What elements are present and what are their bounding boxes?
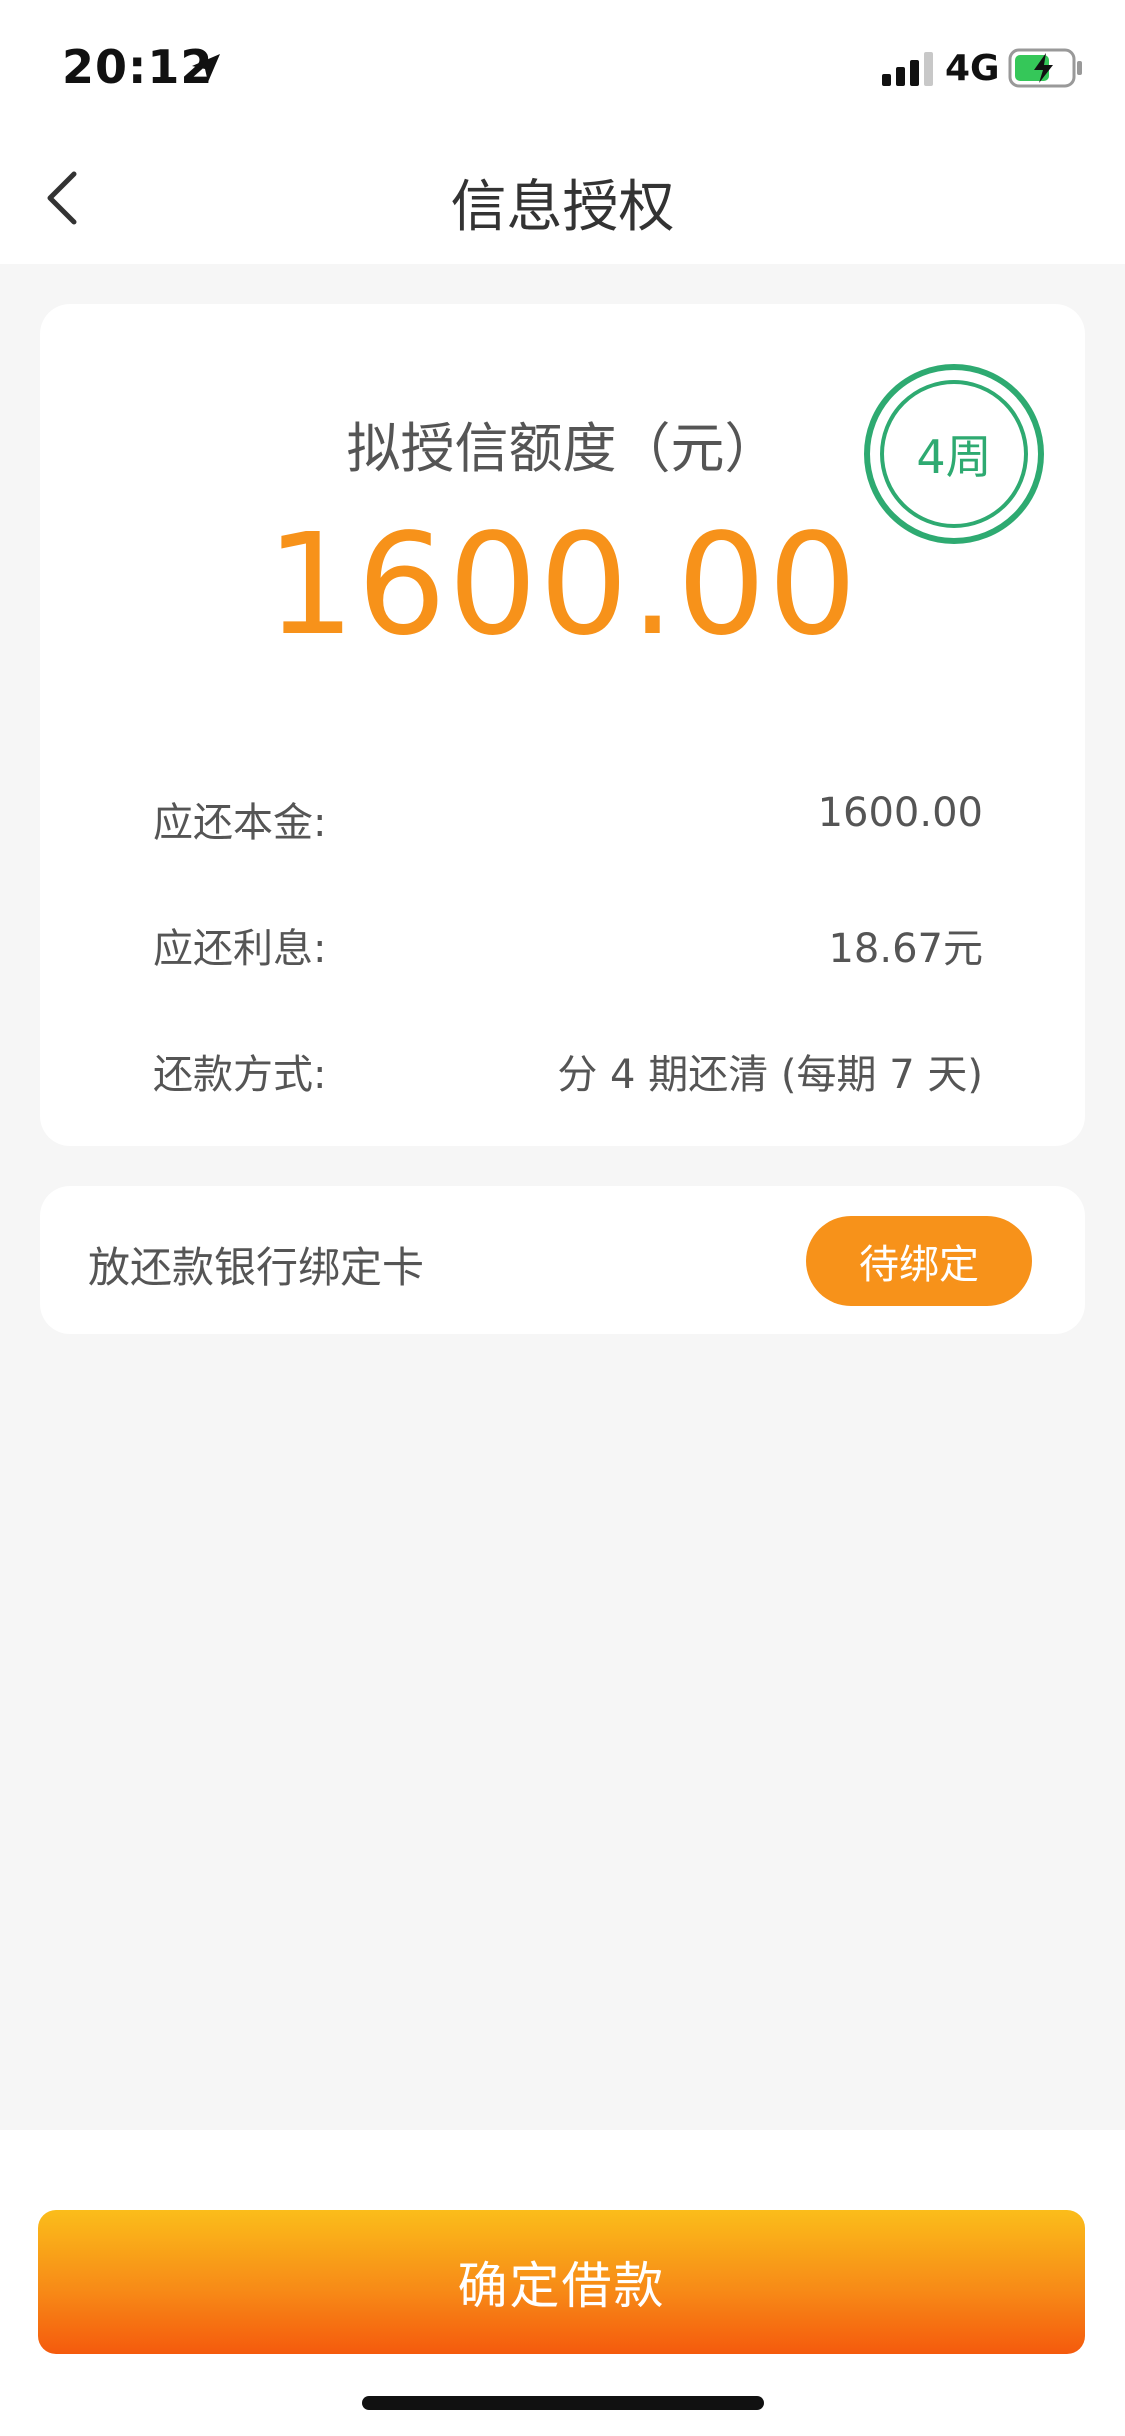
- detail-label: 还款方式:: [153, 1052, 327, 1098]
- term-stamp-text: 4周: [880, 380, 1028, 528]
- status-bar: 20:12 4G: [0, 0, 1125, 132]
- detail-label: 应还本金:: [153, 800, 327, 846]
- detail-row-principal: 应还本金: 1600.00: [153, 790, 983, 850]
- confirm-loan-button[interactable]: 确定借款: [38, 2210, 1085, 2354]
- quota-card: 拟授信额度（元） 1600.00 4周 应还本金: 1600.00 应还利息: …: [40, 304, 1085, 1146]
- detail-value: 分 4 期还清 (每期 7 天): [557, 1052, 983, 1098]
- location-arrow-icon: [192, 54, 220, 82]
- page-title: 信息授权: [450, 175, 675, 240]
- app-screen: 20:12 4G 信息授权 拟授信额度（元） 1600.00 4周 应还本金: …: [0, 0, 1125, 2436]
- nav-bar: 信息授权: [0, 132, 1125, 264]
- detail-value: 18.67元: [828, 926, 983, 972]
- term-stamp: 4周: [864, 364, 1044, 544]
- detail-row-repayment-method: 还款方式: 分 4 期还清 (每期 7 天): [153, 1042, 983, 1102]
- signal-icon: [882, 52, 933, 86]
- home-indicator: [362, 2396, 764, 2410]
- detail-row-interest: 应还利息: 18.67元: [153, 916, 983, 976]
- bank-card-row[interactable]: 放还款银行绑定卡 待绑定: [40, 1186, 1085, 1334]
- bank-card-label: 放还款银行绑定卡: [88, 1243, 425, 1292]
- bottom-bar: 确定借款: [0, 2130, 1125, 2436]
- detail-label: 应还利息:: [153, 926, 327, 972]
- network-type: 4G: [945, 48, 1000, 89]
- detail-value: 1600.00: [817, 790, 983, 836]
- bind-card-button[interactable]: 待绑定: [806, 1216, 1032, 1306]
- battery-charging-icon: [1008, 48, 1082, 88]
